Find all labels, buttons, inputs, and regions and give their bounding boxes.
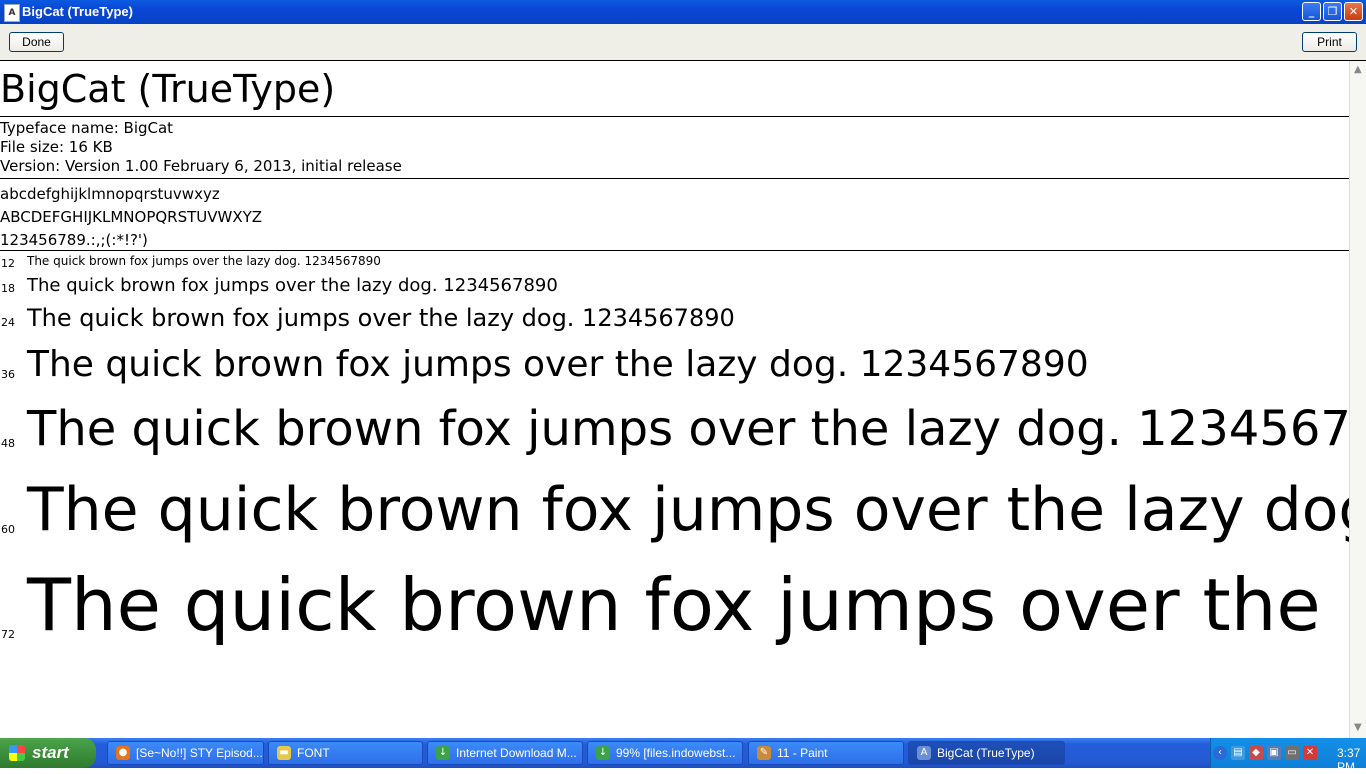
sample-size-label: 12 xyxy=(1,257,15,270)
security-icon[interactable]: ◆ xyxy=(1249,746,1263,760)
restore-icon: ❐ xyxy=(1327,5,1338,18)
network-icon[interactable]: ▤ xyxy=(1231,746,1245,760)
sample-text: The quick brown fox jumps over the lazy … xyxy=(27,254,381,268)
taskbar-item-label: [Se~No!!] STY Episod... xyxy=(136,746,263,760)
taskbar-item[interactable]: ↓ Internet Download M... xyxy=(427,741,583,765)
taskbar-item-label: Internet Download M... xyxy=(456,746,577,760)
sample-size-label: 72 xyxy=(1,628,15,641)
sample-text: The quick brown fox jumps over the lazy … xyxy=(27,304,735,332)
restore-button[interactable]: ❐ xyxy=(1323,2,1342,21)
sample-text: The quick brown fox jumps over the lazy … xyxy=(27,563,1349,647)
sample-text: The quick brown fox jumps over the lazy … xyxy=(27,475,1349,545)
font-name-heading: BigCat (TrueType) xyxy=(0,67,336,111)
sample-size-label: 60 xyxy=(1,523,15,536)
window-title: BigCat (TrueType) xyxy=(22,4,133,19)
font-version: Version: Version 1.00 February 6, 2013, … xyxy=(0,157,402,175)
taskbar-item[interactable]: ▬ FONT xyxy=(268,741,423,765)
taskbar-item-label: FONT xyxy=(297,746,330,760)
toolbar: Done Print xyxy=(0,24,1366,61)
scroll-down-icon[interactable]: ▼ xyxy=(1354,722,1362,733)
windows-logo-icon xyxy=(9,745,25,761)
done-button[interactable]: Done xyxy=(9,32,64,52)
antivirus-icon[interactable]: ✕ xyxy=(1303,746,1317,760)
title-bar: A BigCat (TrueType) _ ❐ ✕ xyxy=(0,0,1366,24)
file-size: File size: 16 KB xyxy=(0,138,113,156)
minimize-button[interactable]: _ xyxy=(1302,2,1321,21)
close-icon: ✕ xyxy=(1348,5,1359,18)
font-preview-pane: BigCat (TrueType) Typeface name: BigCat … xyxy=(0,61,1349,738)
sample-size-label: 24 xyxy=(1,316,15,329)
system-tray: ‹ ▤ ◆ ▣ ▭ ✕ 3:37 PM xyxy=(1210,738,1366,774)
start-button[interactable]: start xyxy=(0,738,96,768)
divider xyxy=(0,116,1349,117)
taskbar: start ● [Se~No!!] STY Episod... ▬ FONT ↓… xyxy=(0,738,1366,774)
taskbar-item-active[interactable]: A BigCat (TrueType) xyxy=(908,741,1065,765)
folder-icon: ▬ xyxy=(277,746,291,760)
sample-text: The quick brown fox jumps over the lazy … xyxy=(27,344,1089,385)
tray-app-icon[interactable]: ▣ xyxy=(1267,746,1281,760)
typeface-name: Typeface name: BigCat xyxy=(0,119,174,137)
clock[interactable]: 3:37 PM xyxy=(1337,746,1366,774)
taskbar-item-label: BigCat (TrueType) xyxy=(937,746,1035,760)
sample-text: The quick brown fox jumps over the lazy … xyxy=(27,401,1349,457)
taskbar-item[interactable]: ↓ 99% [files.indowebst... xyxy=(587,741,743,765)
firefox-icon: ● xyxy=(116,746,130,760)
divider xyxy=(0,250,1349,251)
tray-expand-icon[interactable]: ‹ xyxy=(1213,746,1227,760)
download-progress-icon: ↓ xyxy=(596,746,610,760)
start-label: start xyxy=(32,743,69,762)
print-button[interactable]: Print xyxy=(1302,32,1357,52)
charset-uppercase: ABCDEFGHIJKLMNOPQRSTUVWXYZ xyxy=(0,208,263,226)
sample-text: The quick brown fox jumps over the lazy … xyxy=(27,275,558,296)
divider xyxy=(0,178,1349,179)
sample-size-label: 18 xyxy=(1,282,15,295)
taskbar-item-label: 11 - Paint xyxy=(777,746,828,760)
paint-icon: ✎ xyxy=(757,746,771,760)
taskbar-item[interactable]: ✎ 11 - Paint xyxy=(748,741,904,765)
font-file-icon: A xyxy=(4,4,20,22)
vertical-scrollbar[interactable]: ▲ ▼ xyxy=(1349,61,1366,738)
download-manager-icon: ↓ xyxy=(436,746,450,760)
display-icon[interactable]: ▭ xyxy=(1285,746,1299,760)
taskbar-item[interactable]: ● [Se~No!!] STY Episod... xyxy=(107,741,264,765)
charset-digits: 123456789.:,;(:*!?') xyxy=(0,231,148,249)
sample-size-label: 48 xyxy=(1,437,15,450)
font-viewer-icon: A xyxy=(917,746,931,760)
minimize-icon: _ xyxy=(1308,5,1315,18)
taskbar-item-label: 99% [files.indowebst... xyxy=(616,746,736,760)
close-button[interactable]: ✕ xyxy=(1344,2,1363,21)
scroll-up-icon[interactable]: ▲ xyxy=(1354,64,1362,75)
charset-lowercase: abcdefghijklmnopqrstuvwxyz xyxy=(0,185,220,203)
sample-size-label: 36 xyxy=(1,368,15,381)
